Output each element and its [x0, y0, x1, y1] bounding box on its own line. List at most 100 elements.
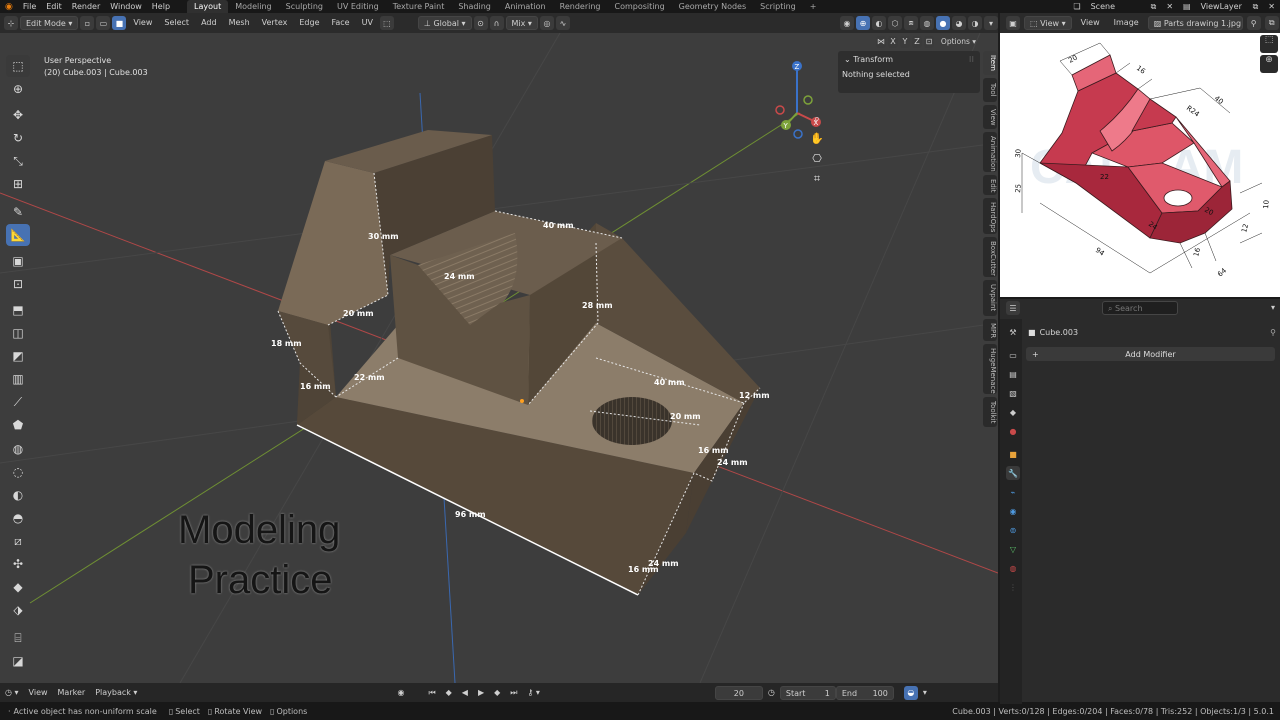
mesh-object[interactable]: [277, 130, 761, 596]
end-frame-field[interactable]: End 100: [835, 685, 894, 700]
scene-selector[interactable]: Scene: [1086, 2, 1146, 11]
snap-icon[interactable]: ∩: [489, 16, 504, 30]
sidebar-tab-toolkit[interactable]: Toolkit: [983, 397, 997, 427]
particles-tab-icon[interactable]: ⌁: [1006, 485, 1020, 499]
more-tabs-icon[interactable]: ⋮: [1006, 580, 1020, 594]
menu-render[interactable]: Render: [67, 2, 105, 11]
edge-select-icon[interactable]: ▭: [96, 16, 111, 30]
workspace-tab-uv-editing[interactable]: UV Editing: [330, 0, 386, 13]
image-select-icon[interactable]: ⬚: [1260, 35, 1278, 53]
3d-viewport[interactable]: 30 mm 40 mm 24 mm 28 mm 20 mm 18 mm 16 m…: [0, 33, 998, 683]
modifier-tab-icon[interactable]: 🔧: [1006, 466, 1020, 480]
new-view-layer-icon[interactable]: ⧉: [1248, 2, 1264, 12]
properties-editor-type-icon[interactable]: ☰: [1006, 301, 1020, 315]
menu-vertex[interactable]: Vertex: [257, 16, 293, 30]
uv-sync-icon[interactable]: ⬚: [379, 16, 394, 30]
scale-tool-icon[interactable]: ⤡: [6, 150, 30, 172]
shading-material-icon[interactable]: ◕: [952, 16, 966, 30]
physics-tab-icon[interactable]: ◉: [1006, 504, 1020, 518]
image-menu-view[interactable]: View: [1076, 16, 1105, 30]
spin-tool-icon[interactable]: ◍: [6, 438, 30, 460]
texture-tool-icon[interactable]: ◪: [6, 650, 30, 672]
inset-tool-icon[interactable]: ◫: [6, 322, 30, 344]
add-workspace-button[interactable]: +: [803, 0, 824, 13]
select-box-tool-icon[interactable]: ⬚: [6, 55, 30, 77]
jump-start-icon[interactable]: ⏮: [423, 686, 440, 700]
sidebar-tab-tool[interactable]: Tool: [983, 78, 997, 102]
timeline-menu-view[interactable]: View: [24, 686, 53, 700]
menu-edit[interactable]: Edit: [41, 2, 67, 11]
sidebar-tab-hugemenace[interactable]: HugeMenace: [983, 344, 997, 394]
ortho-grid-icon[interactable]: ⌗: [809, 172, 825, 188]
tool-tab-icon[interactable]: ⚒: [1006, 325, 1020, 339]
delete-scene-icon[interactable]: ✕: [1161, 2, 1178, 11]
new-scene-icon[interactable]: ⧉: [1146, 2, 1162, 12]
scene-tab-icon[interactable]: ◆: [1006, 405, 1020, 419]
face-select-icon[interactable]: ■: [112, 16, 127, 30]
mirror-icon[interactable]: ⋈: [876, 35, 886, 48]
menu-edge[interactable]: Edge: [294, 16, 324, 30]
workspace-tab-rendering[interactable]: Rendering: [553, 0, 608, 13]
shading-options-icon[interactable]: ▾: [984, 16, 998, 30]
preview-range-icon[interactable]: ◷: [763, 686, 780, 700]
pin-image-icon[interactable]: ⚲: [1246, 16, 1261, 30]
snap-settings-icon[interactable]: ⊡: [923, 35, 934, 48]
image-selector[interactable]: ▨ Parts drawing 1.jpg: [1147, 16, 1243, 30]
sidebar-tab-view[interactable]: View: [983, 105, 997, 129]
mirror-x-toggle[interactable]: X: [887, 35, 898, 48]
workspace-tab-shading[interactable]: Shading: [451, 0, 498, 13]
shading-wireframe-icon[interactable]: ◍: [920, 16, 934, 30]
add-cube-alt-tool-icon[interactable]: ⊡: [6, 273, 30, 295]
workspace-tab-modeling[interactable]: Modeling: [228, 0, 278, 13]
loop-cut-tool-icon[interactable]: ▥: [6, 368, 30, 390]
timeline-editor-icon[interactable]: ◷ ▾: [0, 686, 24, 700]
image-view-mode-selector[interactable]: ⬚ View ▾: [1024, 16, 1072, 30]
rip-tool-icon[interactable]: ⬗: [6, 599, 30, 621]
vertex-select-icon[interactable]: ▫: [80, 16, 95, 30]
workspace-tab-scripting[interactable]: Scripting: [753, 0, 803, 13]
knife-tool-icon[interactable]: ⟋: [6, 391, 30, 413]
blender-logo-icon[interactable]: ◉: [0, 2, 18, 12]
image-menu-image[interactable]: Image: [1109, 16, 1144, 30]
workspace-tab-compositing[interactable]: Compositing: [608, 0, 672, 13]
shading-rendered-icon[interactable]: ◑: [968, 16, 982, 30]
workspace-tab-texture-paint[interactable]: Texture Paint: [386, 0, 452, 13]
menu-face[interactable]: Face: [327, 16, 355, 30]
menu-mesh[interactable]: Mesh: [224, 16, 255, 30]
transform-panel-header[interactable]: ⌄ Transform ⁝⁝: [838, 51, 980, 68]
rotate-tool-icon[interactable]: ↻: [6, 127, 30, 149]
menu-add[interactable]: Add: [196, 16, 222, 30]
workspace-tab-sculpting[interactable]: Sculpting: [279, 0, 330, 13]
pivot-point-icon[interactable]: ⊙: [473, 16, 488, 30]
workspace-tab-animation[interactable]: Animation: [498, 0, 553, 13]
start-frame-field[interactable]: Start 1: [779, 685, 836, 700]
timeline-overlay-dropdown[interactable]: ▾: [918, 686, 932, 700]
timeline-overlay-icon[interactable]: ◒: [903, 685, 918, 700]
workspace-tab-geometry-nodes[interactable]: Geometry Nodes: [672, 0, 753, 13]
menu-file[interactable]: File: [18, 2, 41, 11]
data-tab-icon[interactable]: ▽: [1006, 542, 1020, 556]
image-settings-icon[interactable]: ⧉: [1264, 16, 1279, 30]
bevel-tool-icon[interactable]: ◩: [6, 345, 30, 367]
move-tool-icon[interactable]: ✥: [6, 104, 30, 126]
menu-uv[interactable]: UV: [357, 16, 378, 30]
object-tab-icon[interactable]: ■: [1006, 447, 1020, 461]
pan-hand-icon[interactable]: ✋: [809, 132, 825, 148]
sidebar-tab-edit[interactable]: Edit: [983, 175, 997, 195]
sculpt-brush-tool-icon[interactable]: ⌸: [6, 627, 30, 649]
view-layer-tab-icon[interactable]: ▧: [1006, 386, 1020, 400]
visibility-icon[interactable]: ◉: [840, 16, 854, 30]
sidebar-tab-mpr[interactable]: MPR: [983, 319, 997, 341]
current-frame-field[interactable]: 20: [714, 685, 763, 700]
constraints-tab-icon[interactable]: ⊚: [1006, 523, 1020, 537]
timeline-menu-playback[interactable]: Playback ▾: [90, 686, 142, 700]
cursor-tool-icon[interactable]: ⊕: [6, 78, 30, 100]
randomize-tool-icon[interactable]: ◐: [6, 484, 30, 506]
properties-search-input[interactable]: ⌕ Search: [1102, 301, 1178, 315]
output-tab-icon[interactable]: ▤: [1006, 367, 1020, 381]
menu-help[interactable]: Help: [147, 2, 175, 11]
sidebar-tab-boxcutter[interactable]: BoxCutter: [983, 237, 997, 277]
image-cursor-icon[interactable]: ⊕: [1260, 55, 1278, 73]
transform-orientation-selector[interactable]: ⊥ Global ▾: [417, 16, 472, 30]
edge-slide-tool-icon[interactable]: ⧄: [6, 530, 30, 552]
